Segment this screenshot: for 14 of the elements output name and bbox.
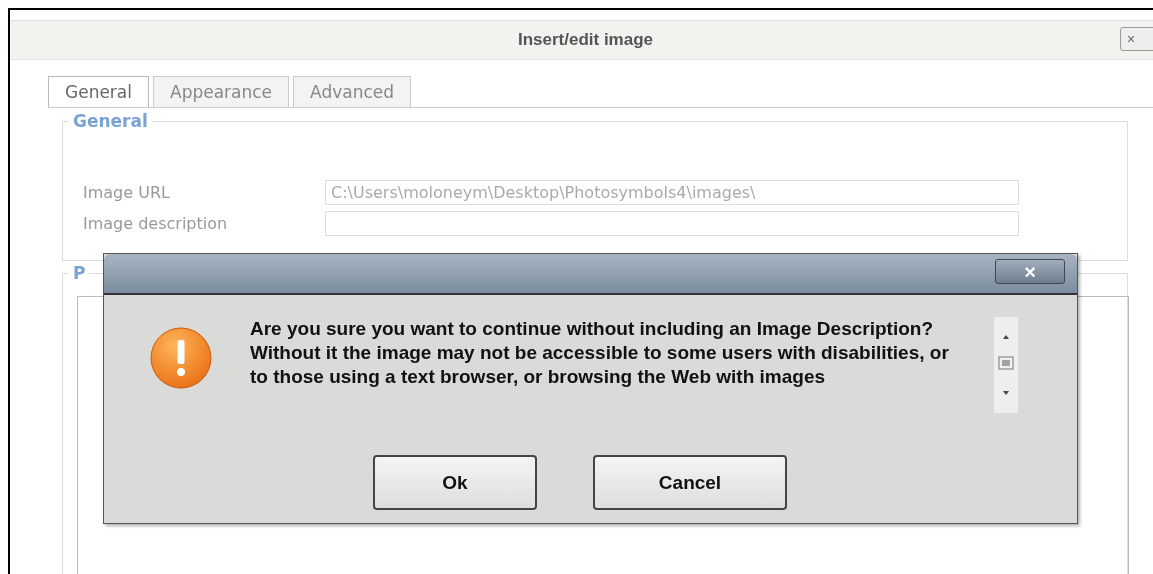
scrollbar[interactable] <box>994 317 1018 413</box>
dialog-button[interactable]: Ok <box>373 455 537 510</box>
field-label: Image description <box>82 214 229 233</box>
close-button[interactable]: × <box>1120 27 1153 51</box>
input-field[interactable] <box>325 211 1019 236</box>
tab[interactable]: General <box>48 76 149 107</box>
window-title: Insert/edit image <box>517 30 654 50</box>
tab[interactable]: Advanced <box>293 76 412 107</box>
alert-message: Are you sure you want to continue without including an Image Description? Without it the image may not be accessible to some users with disabilities, or to those using a text browser, or browsing the Web with images <box>250 317 950 389</box>
field-label: Image URL <box>82 183 171 202</box>
dialog-button[interactable]: Cancel <box>593 455 787 510</box>
warning-icon <box>150 327 212 389</box>
tab[interactable]: Appearance <box>153 76 290 107</box>
close-button[interactable]: × <box>995 259 1065 284</box>
